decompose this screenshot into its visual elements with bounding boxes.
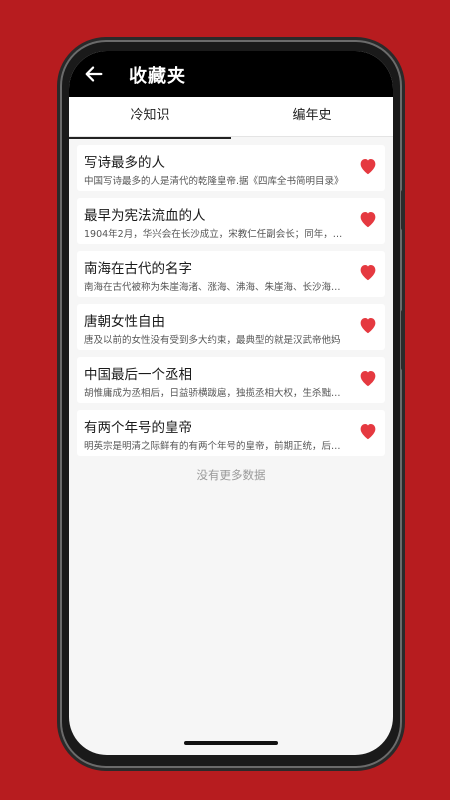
tab-bar: 冷知识 编年史 bbox=[69, 97, 393, 139]
list-item[interactable]: 唐朝女性自由 唐及以前的女性没有受到多大约束，最典型的就是汉武帝他妈 bbox=[77, 304, 385, 350]
list-item[interactable]: 中国最后一个丞相 胡惟庸成为丞相后，日益骄横跋扈，独揽丞相大权，生杀黜陟，或不奏 bbox=[77, 357, 385, 403]
list-item[interactable]: 最早为宪法流血的人 1904年2月，华兴会在长沙成立，宋教仁任副会长；同年，因起… bbox=[77, 198, 385, 244]
arrow-left-icon[interactable] bbox=[83, 63, 105, 85]
item-title: 写诗最多的人 bbox=[84, 155, 165, 171]
favorites-list: 写诗最多的人 中国写诗最多的人是清代的乾隆皇帝.据《四库全书简明目录》 最早为宪… bbox=[77, 145, 385, 463]
phone-frame: 收藏夹 冷知识 编年史 写诗最多的人 中国写诗最多的人是清代的乾隆皇帝.据《四库… bbox=[60, 40, 405, 768]
item-summary: 明英宗是明清之际鲜有的有两个年号的皇帝，前期正统，后期天顺 bbox=[84, 441, 350, 452]
volume-button bbox=[401, 190, 405, 230]
list-item[interactable]: 写诗最多的人 中国写诗最多的人是清代的乾隆皇帝.据《四库全书简明目录》 bbox=[77, 145, 385, 191]
heart-icon[interactable] bbox=[358, 210, 378, 228]
item-title: 最早为宪法流血的人 bbox=[84, 208, 206, 224]
list-item[interactable]: 南海在古代的名字 南海在古代被称为朱崖海渚、涨海、沸海、朱崖海、长沙海、石塘海 bbox=[77, 251, 385, 297]
item-title: 有两个年号的皇帝 bbox=[84, 420, 192, 436]
item-title: 唐朝女性自由 bbox=[84, 314, 165, 330]
power-button bbox=[401, 310, 405, 370]
page-title: 收藏夹 bbox=[129, 66, 186, 87]
app-bar: 收藏夹 bbox=[69, 51, 393, 97]
item-summary: 1904年2月，华兴会在长沙成立，宋教仁任副会长；同年，因起义失败 bbox=[84, 229, 350, 240]
tab-trivia[interactable]: 冷知识 bbox=[69, 97, 231, 139]
tab-chronicle[interactable]: 编年史 bbox=[231, 97, 393, 137]
item-summary: 南海在古代被称为朱崖海渚、涨海、沸海、朱崖海、长沙海、石塘海 bbox=[84, 282, 350, 293]
heart-icon[interactable] bbox=[358, 263, 378, 281]
phone-screen: 收藏夹 冷知识 编年史 写诗最多的人 中国写诗最多的人是清代的乾隆皇帝.据《四库… bbox=[69, 51, 393, 755]
no-more-data: 没有更多数据 bbox=[196, 468, 266, 482]
item-title: 中国最后一个丞相 bbox=[84, 367, 192, 383]
heart-icon[interactable] bbox=[358, 157, 378, 175]
list-item[interactable]: 有两个年号的皇帝 明英宗是明清之际鲜有的有两个年号的皇帝，前期正统，后期天顺 bbox=[77, 410, 385, 456]
home-indicator[interactable] bbox=[184, 741, 278, 745]
tab-divider bbox=[69, 136, 393, 137]
heart-icon[interactable] bbox=[358, 316, 378, 334]
item-summary: 唐及以前的女性没有受到多大约束，最典型的就是汉武帝他妈 bbox=[84, 335, 341, 346]
item-summary: 中国写诗最多的人是清代的乾隆皇帝.据《四库全书简明目录》 bbox=[84, 176, 344, 187]
heart-icon[interactable] bbox=[358, 422, 378, 440]
item-summary: 胡惟庸成为丞相后，日益骄横跋扈，独揽丞相大权，生杀黜陟，或不奏 bbox=[84, 388, 350, 399]
item-title: 南海在古代的名字 bbox=[84, 261, 192, 277]
heart-icon[interactable] bbox=[358, 369, 378, 387]
